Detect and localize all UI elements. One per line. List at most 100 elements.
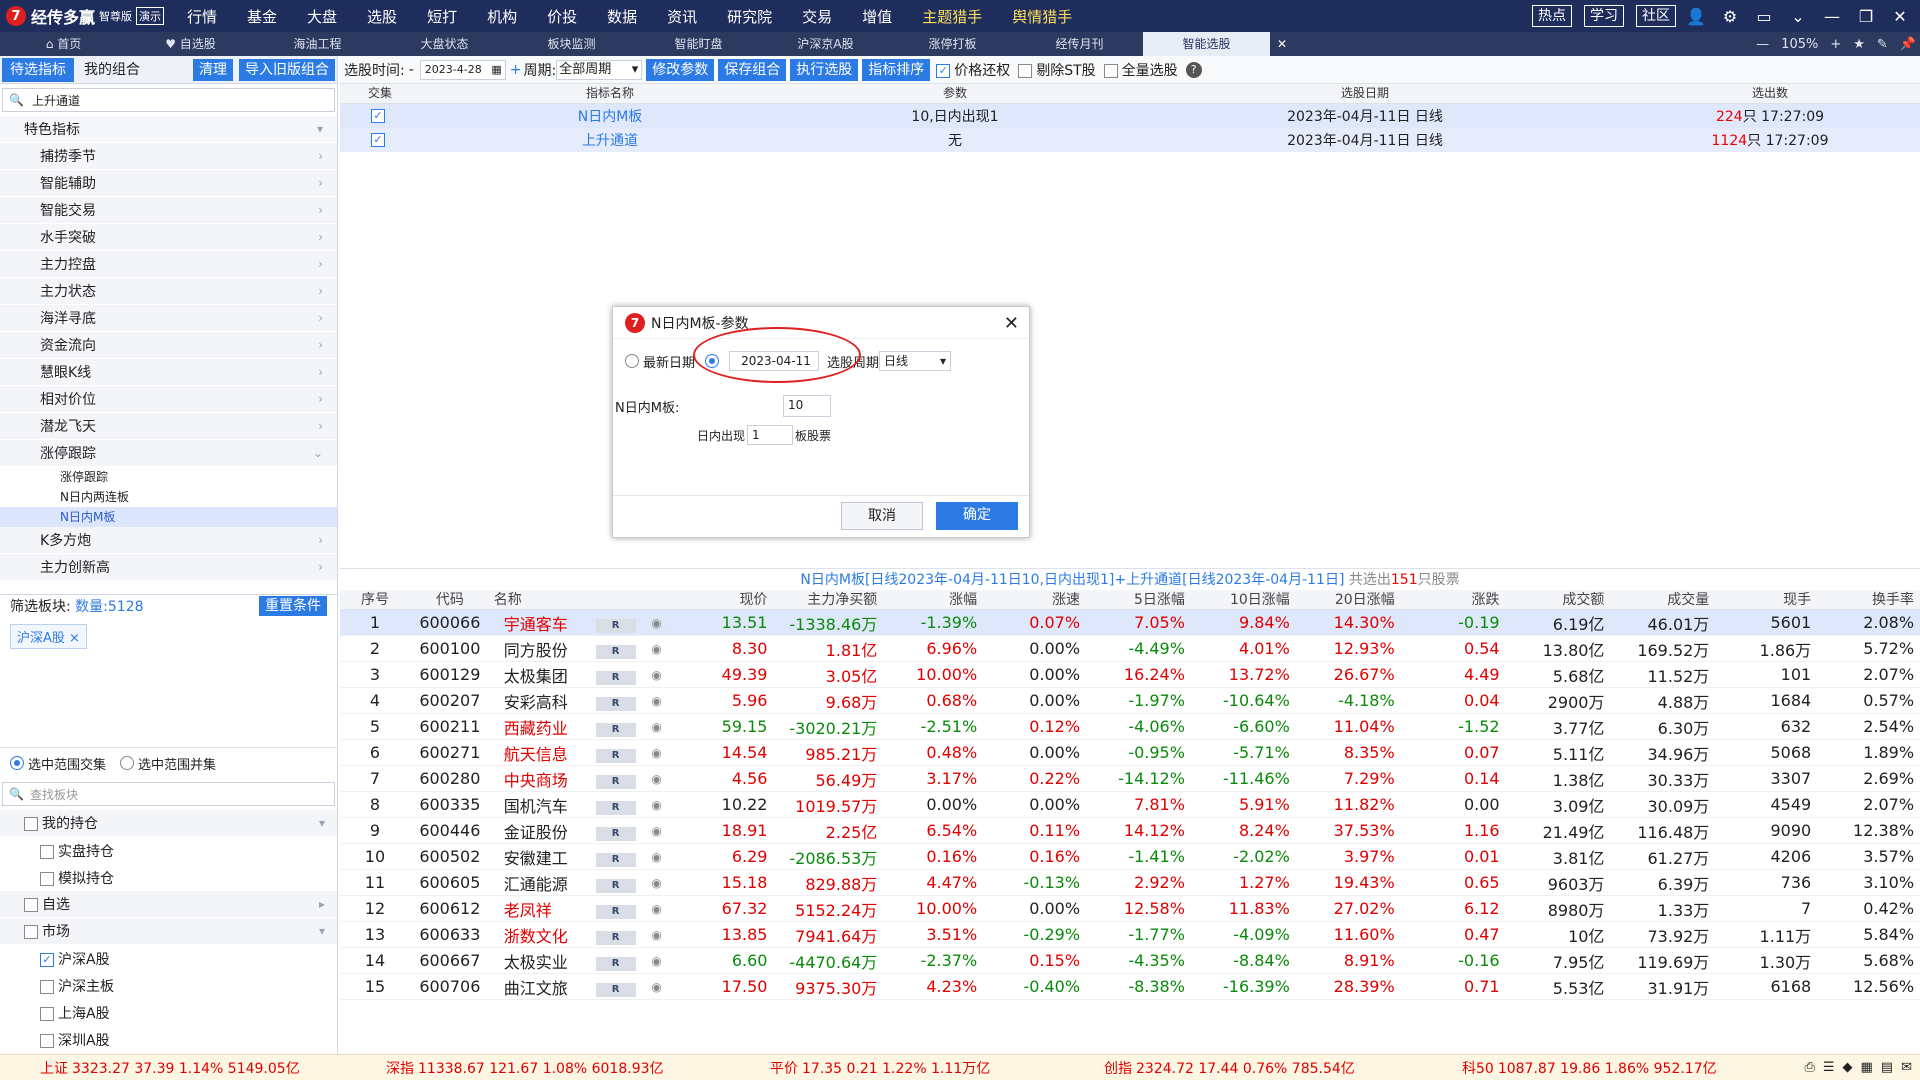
table-row[interactable]: 10 600502 安徽建工 R ◉ 6.29 -2086.53万 0.16% 0.16% -1.… xyxy=(340,844,1920,870)
table-row[interactable]: 8 600335 国机汽车 R ◉ 10.22 1019.57万 0.00% 0.00% 7.81… xyxy=(340,792,1920,818)
stock-name[interactable]: 浙数文化 xyxy=(490,923,590,947)
r-tag-icon[interactable]: R xyxy=(595,618,636,633)
edit-icon[interactable]: ✎ xyxy=(1877,37,1888,52)
stock-col-header[interactable]: 换手率 xyxy=(1815,590,1920,609)
table-row[interactable]: 2 600100 同方股份 R ◉ 8.30 1.81亿 6.96% 0.00% -4.49% 4.… xyxy=(340,636,1920,662)
eye-icon[interactable]: ◉ xyxy=(642,954,672,968)
chip-remove-icon[interactable]: × xyxy=(69,631,80,646)
board-item[interactable]: 沪深主板 xyxy=(0,972,337,999)
stock-col-header[interactable] xyxy=(642,590,672,609)
tab-item[interactable]: 沪深京A股 xyxy=(762,32,889,56)
checkbox-icon[interactable] xyxy=(24,817,38,831)
table-row[interactable]: 13 600633 浙数文化 R ◉ 13.85 7941.64万 3.51% -0.29% -1… xyxy=(340,922,1920,948)
stock-name[interactable]: 中央商场 xyxy=(490,767,590,791)
indicator-row[interactable]: ✓ 上升通道 无 2023年-04月-11日 日线 1124只 17:27:09 xyxy=(340,128,1920,152)
tab-pending-indicators[interactable]: 待选指标 xyxy=(2,57,74,82)
table-row[interactable]: 3 600129 太极集团 R ◉ 49.39 3.05亿 10.00% 0.00% 16.24%… xyxy=(340,662,1920,688)
r-tag-icon[interactable]: R xyxy=(595,826,636,841)
r-tag-icon[interactable]: R xyxy=(595,930,636,945)
board-category[interactable]: 市场 ▾ xyxy=(0,918,337,945)
stock-name[interactable]: 国机汽车 xyxy=(490,793,590,817)
table-row[interactable]: 7 600280 中央商场 R ◉ 4.56 56.49万 3.17% 0.22% -14.12%… xyxy=(340,766,1920,792)
stock-name[interactable]: 太极实业 xyxy=(490,949,590,973)
r-tag-icon[interactable]: R xyxy=(595,774,636,789)
stock-name[interactable]: 老凤祥 xyxy=(490,897,590,921)
dialog-period-select[interactable]: 日线 ▾ xyxy=(879,351,952,371)
board-category[interactable]: 自选 ▸ xyxy=(0,891,337,918)
menu-item[interactable]: 主题猎手 xyxy=(907,6,997,27)
eye-icon[interactable]: ◉ xyxy=(642,668,672,682)
stock-name[interactable]: 安徽建工 xyxy=(490,845,590,869)
r-tag-icon[interactable]: R xyxy=(595,956,636,971)
stock-col-header[interactable]: 涨跌 xyxy=(1401,590,1506,609)
close-icon[interactable]: ✕ xyxy=(1886,7,1914,26)
stock-col-header[interactable]: 涨幅 xyxy=(881,590,981,609)
tree-item[interactable]: 主力创新高 › xyxy=(0,554,337,581)
checkbox-icon[interactable] xyxy=(40,844,54,859)
stock-col-header[interactable]: 10日涨幅 xyxy=(1191,590,1296,609)
r-tag-icon[interactable]: R xyxy=(595,670,636,685)
list-icon[interactable]: ☰ xyxy=(1823,1060,1835,1075)
stock-name[interactable]: 同方股份 xyxy=(490,637,590,661)
tree-item[interactable]: 智能辅助 › xyxy=(0,170,337,197)
eye-icon[interactable]: ◉ xyxy=(642,850,672,864)
indicator-search-input[interactable]: 🔍 上升通道 xyxy=(2,88,335,112)
index-item[interactable]: 平价 17.35 0.21 1.22% 1.11万亿 xyxy=(770,1058,990,1078)
tree-subitem[interactable]: N日内两连板 xyxy=(0,487,337,507)
index-item[interactable]: 上证 3323.27 37.39 1.14% 5149.05亿 xyxy=(40,1058,300,1078)
stock-name[interactable]: 航天信息 xyxy=(490,741,590,765)
checkbox-icon[interactable] xyxy=(40,1033,54,1048)
tab-close-icon[interactable]: ✕ xyxy=(1270,37,1294,51)
restore-icon[interactable]: ❐ xyxy=(1852,7,1880,26)
table-row[interactable]: 12 600612 老凤祥 R ◉ 67.32 5152.24万 10.00% 0.00% 12.… xyxy=(340,896,1920,922)
stock-name[interactable]: 宇通客车 xyxy=(490,611,590,635)
tab-item[interactable]: 智能选股 xyxy=(1143,32,1270,56)
table-row[interactable]: 14 600667 太极实业 R ◉ 6.60 -4470.64万 -2.37% 0.15% -4… xyxy=(340,948,1920,974)
stock-name[interactable]: 汇通能源 xyxy=(490,871,590,895)
pin-icon[interactable]: 📌 xyxy=(1900,37,1916,52)
zoom-in-button[interactable]: + xyxy=(1830,37,1841,52)
stock-name[interactable]: 安彩高科 xyxy=(490,689,590,713)
checkbox-icon[interactable] xyxy=(40,871,54,886)
hot-button[interactable]: 热点 xyxy=(1532,5,1572,27)
r-tag-icon[interactable]: R xyxy=(595,878,636,893)
stock-col-header[interactable]: 名称 xyxy=(490,590,590,609)
close-icon[interactable]: ✕ xyxy=(1004,313,1019,334)
stock-col-header[interactable]: 代码 xyxy=(410,590,490,609)
full-selection-checkbox[interactable]: 全量选股 xyxy=(1103,60,1178,80)
board-item[interactable]: 实盘持仓 xyxy=(0,837,337,864)
tree-item[interactable]: 涨停跟踪 ⌄ xyxy=(0,440,337,467)
tab-my-combo[interactable]: 我的组合 xyxy=(76,58,148,82)
tab-item[interactable]: ♥ 自选股 xyxy=(127,32,254,56)
row-checkbox[interactable]: ✓ xyxy=(340,108,420,124)
checkbox-icon[interactable] xyxy=(24,898,38,912)
message-icon[interactable]: ✉ xyxy=(1901,1060,1912,1075)
eye-icon[interactable]: ◉ xyxy=(642,772,672,786)
stock-col-header[interactable] xyxy=(590,590,642,609)
col-select-date[interactable]: 选股日期 xyxy=(1110,84,1620,103)
tab-item[interactable]: 大盘状态 xyxy=(381,32,508,56)
tree-item[interactable]: 主力状态 › xyxy=(0,278,337,305)
stock-col-header[interactable]: 20日涨幅 xyxy=(1296,590,1401,609)
tree-item[interactable]: 慧眼K线 › xyxy=(0,359,337,386)
date-input[interactable]: 2023-4-28 ▦ xyxy=(419,59,506,80)
table-row[interactable]: 9 600446 金证股份 R ◉ 18.91 2.25亿 6.54% 0.11% 14.12% 8… xyxy=(340,818,1920,844)
zoom-out-button[interactable]: — xyxy=(1756,37,1769,52)
exclude-st-checkbox[interactable]: 剔除ST股 xyxy=(1018,60,1096,80)
table-row[interactable]: 15 600706 曲江文旅 R ◉ 17.50 9375.30万 4.23% -0.40% -8… xyxy=(340,974,1920,1000)
r-tag-icon[interactable]: R xyxy=(595,904,636,919)
chip-hs-a[interactable]: 沪深A股 × xyxy=(10,624,87,649)
checkbox-icon[interactable] xyxy=(24,925,38,939)
tree-item[interactable]: 海洋寻底 › xyxy=(0,305,337,332)
checkbox-icon[interactable] xyxy=(40,1006,54,1021)
menu-item[interactable]: 基金 xyxy=(232,6,292,27)
tab-item[interactable]: 涨停打板 xyxy=(889,32,1016,56)
r-tag-icon[interactable]: R xyxy=(595,800,636,815)
execute-selection-button[interactable]: 执行选股 xyxy=(790,58,859,81)
eye-icon[interactable]: ◉ xyxy=(642,616,672,630)
tree-item[interactable]: 捕捞季节 › xyxy=(0,143,337,170)
gear-icon[interactable]: ⚙ xyxy=(1716,7,1744,26)
r-tag-icon[interactable]: R xyxy=(595,982,636,997)
stock-name[interactable]: 曲江文旅 xyxy=(490,975,590,999)
col-indicator-name[interactable]: 指标名称 xyxy=(420,84,800,103)
